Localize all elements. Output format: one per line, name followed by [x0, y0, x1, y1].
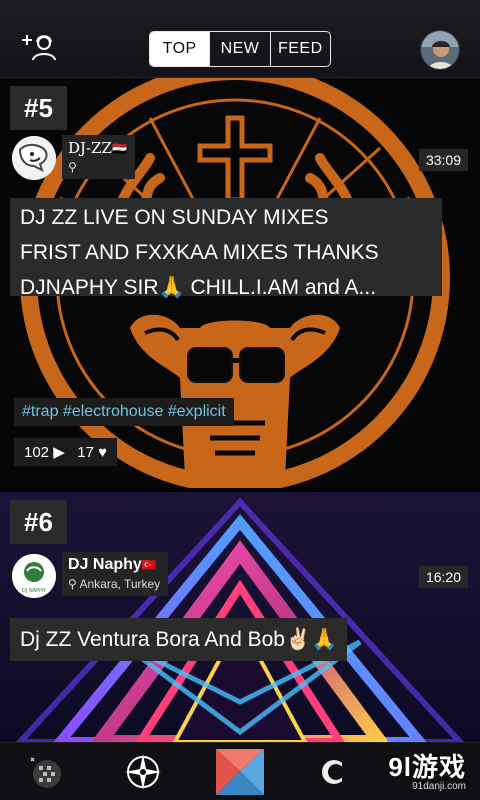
dj-avatar[interactable]: DJ NAPHY: [12, 554, 56, 598]
duration-label: 16:20: [418, 566, 468, 588]
dj-name: DJ-ZZ🇪🇬: [68, 139, 127, 157]
add-user-icon[interactable]: [18, 30, 58, 66]
nav-explore-icon[interactable]: [118, 747, 168, 797]
mix-title: DJ ZZ LIVE ON SUNDAY MIXES FRIST AND FXX…: [10, 198, 442, 299]
mix-card[interactable]: #6 DJ NAPHY DJ Naphy🇹🇷 ⚲ Ankara, Turkey …: [0, 492, 480, 742]
like-count: 17: [77, 444, 94, 461]
mix-title: Dj ZZ Ventura Bora And Bob✌🏻🙏: [10, 618, 348, 661]
rank-badge: #6: [10, 500, 67, 544]
dj-info[interactable]: DJ-ZZ🇪🇬 ⚲: [62, 135, 135, 179]
nav-profile-icon[interactable]: [312, 747, 342, 797]
dj-location: ⚲: [68, 160, 127, 174]
mix-artwork: [0, 492, 480, 742]
dj-location: ⚲ Ankara, Turkey: [68, 577, 161, 591]
watermark: 9l游戏 91danji.com: [388, 752, 466, 792]
dj-avatar[interactable]: [12, 136, 56, 180]
stats-bar: 102 ▶ 17 ♥: [14, 438, 118, 466]
nav-browse-icon[interactable]: [22, 747, 72, 797]
play-count: 102: [24, 444, 50, 461]
tab-feed[interactable]: FEED: [269, 32, 330, 66]
heart-icon: ♥: [98, 444, 108, 461]
mix-card[interactable]: #5 DJ-ZZ🇪🇬 ⚲ 33:09 DJ ZZ LIVE ON SUNDAY …: [0, 78, 480, 488]
play-icon: ▶: [53, 444, 65, 461]
rank-badge: #5: [10, 86, 67, 130]
svg-text:DJ NAPHY: DJ NAPHY: [22, 588, 47, 594]
duration-label: 33:09: [418, 149, 468, 171]
profile-avatar[interactable]: [420, 30, 460, 70]
dj-info[interactable]: DJ Naphy🇹🇷 ⚲ Ankara, Turkey: [62, 552, 169, 596]
tab-top[interactable]: TOP: [150, 32, 210, 66]
nav-home-icon[interactable]: [212, 747, 268, 797]
tab-new[interactable]: NEW: [209, 32, 269, 66]
location-pin-icon: ⚲: [68, 160, 77, 174]
location-pin-icon: ⚲: [68, 577, 77, 591]
dj-name: DJ Naphy🇹🇷: [68, 556, 157, 573]
feed-tabs: TOP NEW FEED: [149, 31, 331, 67]
top-bar: TOP NEW FEED: [0, 0, 480, 78]
tags-label[interactable]: #trap #electrohouse #explicit: [14, 398, 234, 426]
